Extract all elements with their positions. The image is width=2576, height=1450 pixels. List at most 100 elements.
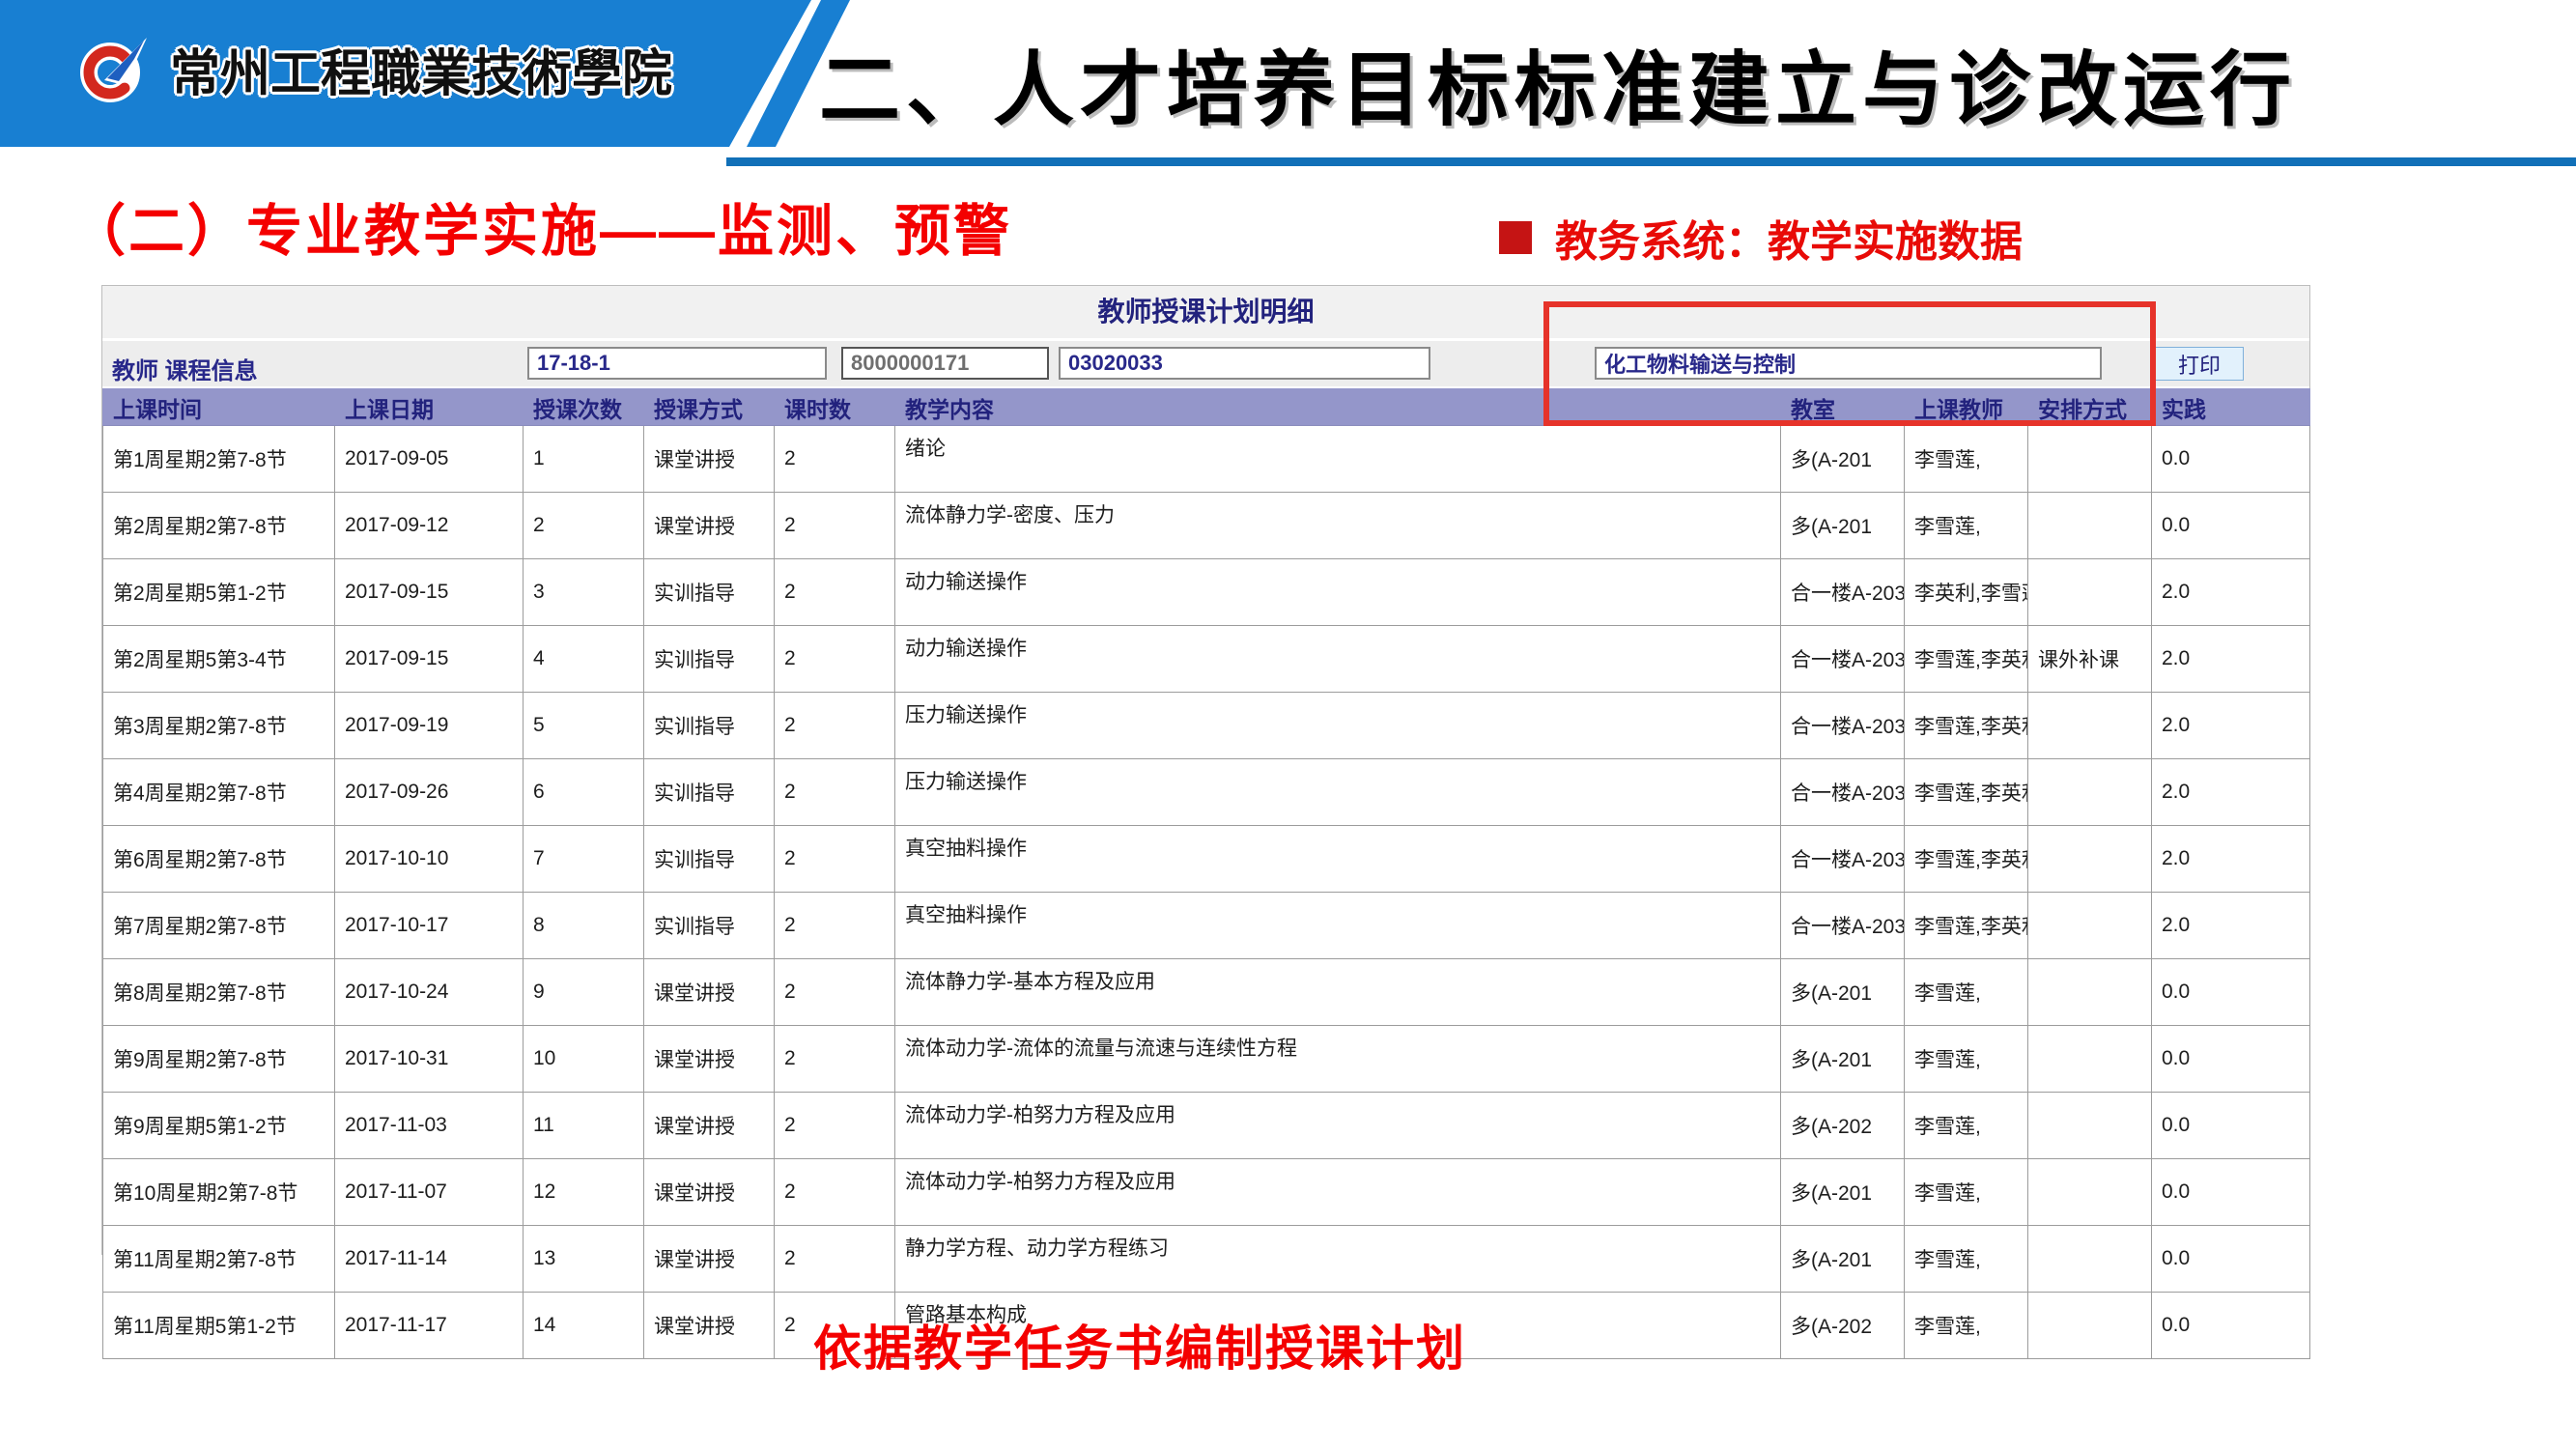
table-cell: 李英利,李雪莲, xyxy=(1905,559,2028,626)
table-cell: 动力输送操作 xyxy=(895,559,1781,626)
table-cell: 2 xyxy=(775,693,895,759)
table-cell: 课堂讲授 xyxy=(644,426,775,493)
table-cell: 合一楼A-203, xyxy=(1781,826,1905,893)
table-cell: 流体动力学-柏努力方程及应用 xyxy=(895,1159,1781,1226)
table-cell: 李雪莲, xyxy=(1905,959,2028,1026)
table-cell: 2 xyxy=(524,493,644,559)
table-cell: 合一楼A-203, xyxy=(1781,693,1905,759)
header-divider-line xyxy=(726,157,2576,166)
school-logo: 常州工程職業技術學院 xyxy=(79,33,672,105)
table-cell: 课堂讲授 xyxy=(644,1093,775,1159)
table-cell: 2017-09-15 xyxy=(335,626,524,693)
table-cell: 2017-10-31 xyxy=(335,1026,524,1093)
table-cell: 多(A-201 xyxy=(1781,1159,1905,1226)
column-header: 课时数 xyxy=(775,389,895,426)
table-cell xyxy=(2028,893,2152,959)
table-cell: 6 xyxy=(524,759,644,826)
table-cell: 多(A-201 xyxy=(1781,1026,1905,1093)
table-cell: 2017-09-05 xyxy=(335,426,524,493)
table-row: 第4周星期2第7-8节2017-09-266实训指导2压力输送操作合一楼A-20… xyxy=(103,759,2310,826)
table-cell: 14 xyxy=(524,1293,644,1359)
table-cell: 2.0 xyxy=(2152,559,2310,626)
table-cell: 第2周星期5第3-4节 xyxy=(103,626,335,693)
table-cell: 第9周星期2第7-8节 xyxy=(103,1026,335,1093)
table-cell: 课堂讲授 xyxy=(644,493,775,559)
table-cell: 流体静力学-密度、压力 xyxy=(895,493,1781,559)
bullet-square-icon xyxy=(1499,221,1532,254)
table-cell: 2 xyxy=(775,559,895,626)
column-header: 授课方式 xyxy=(644,389,775,426)
table-cell: 12 xyxy=(524,1159,644,1226)
table-cell: 2.0 xyxy=(2152,626,2310,693)
table-cell: 2017-10-17 xyxy=(335,893,524,959)
table-cell: 2 xyxy=(775,1093,895,1159)
table-cell: 2 xyxy=(775,1026,895,1093)
table-cell: 合一楼A-203, xyxy=(1781,759,1905,826)
table-cell: 第4周星期2第7-8节 xyxy=(103,759,335,826)
table-cell: 第9周星期5第1-2节 xyxy=(103,1093,335,1159)
table-cell xyxy=(2028,1226,2152,1293)
table-cell: 真空抽料操作 xyxy=(895,893,1781,959)
table-cell: 4 xyxy=(524,626,644,693)
table-cell: 流体动力学-流体的流量与流速与连续性方程 xyxy=(895,1026,1781,1093)
table-cell: 第2周星期2第7-8节 xyxy=(103,493,335,559)
table-cell: 实训指导 xyxy=(644,626,775,693)
table-cell: 2017-10-10 xyxy=(335,826,524,893)
table-cell: 2 xyxy=(775,426,895,493)
table-cell: 2017-11-07 xyxy=(335,1159,524,1226)
print-button[interactable]: 打印 xyxy=(2155,347,2244,381)
table-cell: 0.0 xyxy=(2152,493,2310,559)
column-header: 实践 xyxy=(2152,389,2310,426)
table-cell: 2.0 xyxy=(2152,759,2310,826)
table-cell: 第11周星期2第7-8节 xyxy=(103,1226,335,1293)
table-row: 第1周星期2第7-8节2017-09-051课堂讲授2绪论多(A-201李雪莲,… xyxy=(103,426,2310,493)
column-header: 上课日期 xyxy=(335,389,524,426)
table-cell: 2017-09-15 xyxy=(335,559,524,626)
table-cell: 0.0 xyxy=(2152,1093,2310,1159)
table-cell: 11 xyxy=(524,1093,644,1159)
table-cell: 实训指导 xyxy=(644,693,775,759)
column-header: 授课次数 xyxy=(524,389,644,426)
table-cell: 0.0 xyxy=(2152,1026,2310,1093)
table-cell: 真空抽料操作 xyxy=(895,826,1781,893)
table-cell: 5 xyxy=(524,693,644,759)
table-cell: 7 xyxy=(524,826,644,893)
table-cell: 合一楼A-203 xyxy=(1781,626,1905,693)
table-cell: 0.0 xyxy=(2152,426,2310,493)
table-cell: 2017-11-14 xyxy=(335,1226,524,1293)
table-cell: 2.0 xyxy=(2152,693,2310,759)
table-cell: 第3周星期2第7-8节 xyxy=(103,693,335,759)
table-cell: 第1周星期2第7-8节 xyxy=(103,426,335,493)
slide-title: 二、人才培养目标标准建立与诊改运行 xyxy=(819,25,2538,142)
teacher-no-input[interactable] xyxy=(841,347,1049,380)
term-input[interactable] xyxy=(527,347,827,380)
table-cell: 第11周星期5第1-2节 xyxy=(103,1293,335,1359)
table-cell: 第10周星期2第7-8节 xyxy=(103,1159,335,1226)
table-cell xyxy=(2028,1093,2152,1159)
table-cell: 多(A-202 xyxy=(1781,1093,1905,1159)
table-cell: 2 xyxy=(775,493,895,559)
table-cell: 合一楼A-203, xyxy=(1781,893,1905,959)
edu-system-panel: 教师授课计划明细 教师 课程信息 打印 上课时间上课日期授课次数授课方式课时数教… xyxy=(101,285,2310,1255)
footer-note: 依据教学任务书编制授课计划 xyxy=(813,1310,1466,1379)
course-no-input[interactable] xyxy=(1059,347,1430,380)
table-row: 第7周星期2第7-8节2017-10-178实训指导2真空抽料操作合一楼A-20… xyxy=(103,893,2310,959)
table-cell: 2 xyxy=(775,1159,895,1226)
table-row: 第6周星期2第7-8节2017-10-107实训指导2真空抽料操作合一楼A-20… xyxy=(103,826,2310,893)
table-cell: 李雪莲, xyxy=(1905,1293,2028,1359)
table-cell: 13 xyxy=(524,1226,644,1293)
table-row: 第3周星期2第7-8节2017-09-195实训指导2压力输送操作合一楼A-20… xyxy=(103,693,2310,759)
table-cell: 动力输送操作 xyxy=(895,626,1781,693)
table-cell xyxy=(2028,1159,2152,1226)
table-cell: 流体动力学-柏努力方程及应用 xyxy=(895,1093,1781,1159)
table-cell: 第6周星期2第7-8节 xyxy=(103,826,335,893)
table-cell xyxy=(2028,1026,2152,1093)
table-cell: 2017-09-19 xyxy=(335,693,524,759)
table-cell: 2017-09-26 xyxy=(335,759,524,826)
table-cell: 课堂讲授 xyxy=(644,1293,775,1359)
table-cell: 李雪莲, xyxy=(1905,1159,2028,1226)
table-cell: 李雪莲,李英利, xyxy=(1905,826,2028,893)
table-cell: 实训指导 xyxy=(644,826,775,893)
table-row: 第9周星期2第7-8节2017-10-3110课堂讲授2流体动力学-流体的流量与… xyxy=(103,1026,2310,1093)
section-heading: （二）专业教学实施——监测、预警 xyxy=(70,185,1012,267)
